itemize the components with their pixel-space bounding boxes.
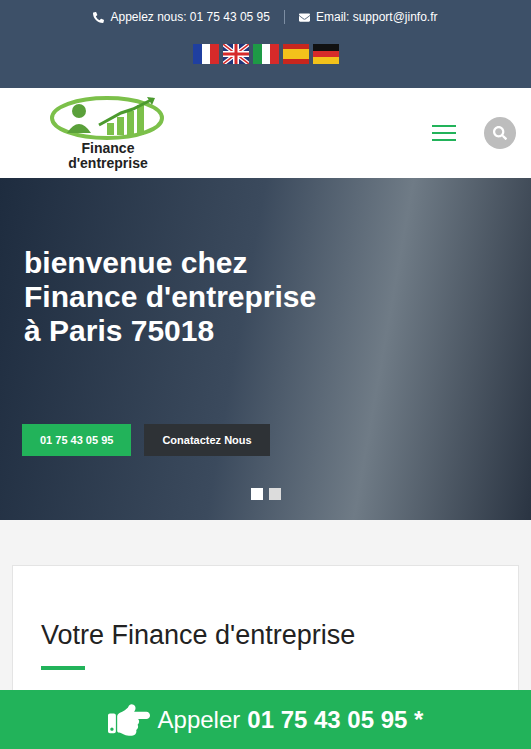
email-contact[interactable]: Email: support@jinfo.fr (299, 9, 438, 25)
section-heading: Votre Finance d'entreprise (41, 618, 490, 652)
flag-gb-icon[interactable] (223, 44, 249, 64)
flag-es-icon[interactable] (283, 44, 309, 64)
search-button[interactable] (484, 117, 516, 149)
flag-it-icon[interactable] (253, 44, 279, 64)
page: Appelez nous: 01 75 43 05 95 Email: suppo… (0, 0, 531, 749)
slider-dot[interactable] (269, 488, 281, 500)
flag-de-icon[interactable] (313, 44, 339, 64)
top-bar: Appelez nous: 01 75 43 05 95 Email: suppo… (0, 0, 531, 88)
phone-label: Appelez nous: 01 75 43 05 95 (110, 9, 269, 25)
logo-text: Financed'entreprise (68, 141, 148, 171)
call-bar[interactable]: Appeler01 75 43 05 95 * (0, 690, 531, 749)
header-actions (432, 117, 516, 149)
email-label: Email: support@jinfo.fr (316, 9, 438, 25)
search-icon (493, 126, 507, 140)
phone-icon (93, 12, 104, 23)
language-flags (193, 44, 339, 64)
divider (284, 10, 285, 24)
hero-slider: bienvenue chezFinance d'entrepriseà Pari… (0, 178, 531, 520)
contact-row: Appelez nous: 01 75 43 05 95 Email: suppo… (93, 9, 437, 25)
menu-icon[interactable] (432, 125, 456, 141)
envelope-icon (299, 12, 310, 23)
header: Financed'entreprise (0, 88, 531, 178)
logo-icon (49, 95, 167, 141)
pointing-hand-icon (108, 699, 150, 741)
contact-button[interactable]: Conatactez Nous (144, 424, 269, 456)
hero-buttons: 01 75 43 05 95 Conatactez Nous (22, 424, 509, 456)
slider-dot[interactable] (251, 488, 263, 500)
phone-contact[interactable]: Appelez nous: 01 75 43 05 95 (93, 9, 269, 25)
call-button[interactable]: 01 75 43 05 95 (22, 424, 131, 456)
logo[interactable]: Financed'entreprise (44, 95, 172, 171)
slider-dots (22, 488, 509, 500)
flag-fr-icon[interactable] (193, 44, 219, 64)
heading-underline (41, 666, 85, 670)
call-text: Appeler01 75 43 05 95 * (158, 706, 424, 734)
hero-title: bienvenue chezFinance d'entrepriseà Pari… (24, 246, 509, 348)
